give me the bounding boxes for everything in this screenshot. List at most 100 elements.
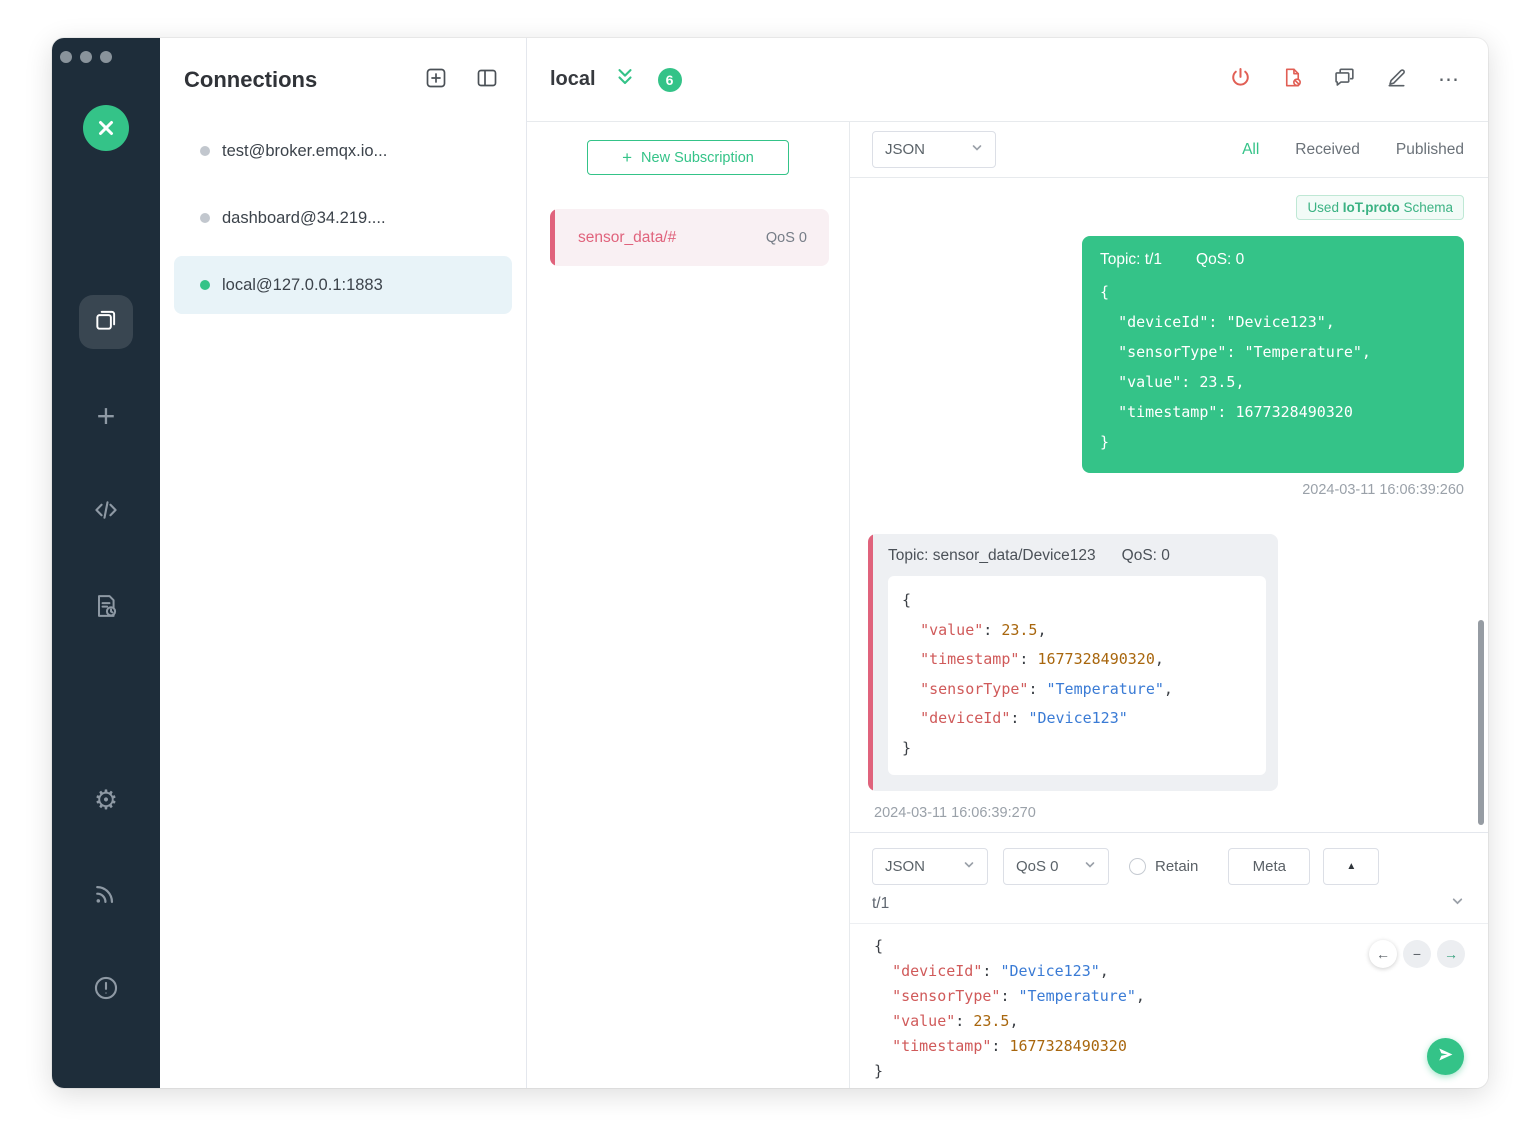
nav-about-button[interactable] [92, 976, 120, 1004]
connections-header: Connections [160, 38, 526, 122]
connection-item[interactable]: dashboard@34.219.... [174, 189, 512, 247]
code-line: { [902, 591, 912, 609]
filter-published[interactable]: Published [1396, 141, 1464, 159]
messages-scrollbar[interactable] [1478, 620, 1484, 825]
connection-label: dashboard@34.219.... [222, 208, 386, 227]
connection-label: local@127.0.0.1:1883 [222, 275, 383, 294]
connection-expand-button[interactable] [614, 66, 636, 93]
messages-toolbar: JSON All Received Published [850, 122, 1488, 178]
code-line: "sensorType": "Temperature", [1118, 343, 1371, 361]
subscription-qos: QoS 0 [765, 229, 807, 246]
publish-topic-input[interactable]: t/1 [850, 895, 1488, 924]
subscription-topic: sensor_data/# [578, 228, 677, 246]
current-connection-name: local [550, 68, 596, 90]
chevron-down-icon [1084, 858, 1096, 875]
retain-label: Retain [1155, 858, 1199, 875]
nav-script-button[interactable] [92, 498, 120, 526]
nav-new-connection-button[interactable]: + [88, 398, 124, 434]
published-payload: { "deviceId": "Device123", "sensorType":… [1100, 277, 1446, 457]
double-chevron-down-icon [614, 66, 636, 93]
code-line: "value": 23.5, [892, 1012, 1019, 1030]
ellipsis-icon: ⋯ [1438, 68, 1459, 91]
connection-list: test@broker.emqx.io... dashboard@34.219..… [160, 122, 526, 323]
connection-status-dot [200, 280, 210, 290]
main-area: local 6 ⋯ + New Subscription sensor_data… [527, 38, 1488, 1088]
nav-connections-button[interactable] [79, 295, 133, 349]
collapse-publish-button[interactable]: ▲ [1323, 848, 1380, 885]
connections-icon [93, 307, 119, 338]
chat-icon [1333, 66, 1356, 94]
connection-status-dot [200, 146, 210, 156]
history-back-button[interactable]: ← [1369, 940, 1397, 968]
connection-status-dot [200, 213, 210, 223]
publish-panel: JSON QoS 0 Retain Meta ▲ t/1 {"deviceId… [850, 832, 1488, 1088]
schema-badge-prefix: Used [1307, 200, 1343, 215]
mqttx-logo [83, 105, 129, 151]
nav-broadcast-button[interactable] [92, 881, 120, 909]
history-forward-button[interactable]: → [1437, 940, 1465, 968]
received-message-bubble: Topic: sensor_data/Device123 QoS: 0 { "v… [868, 534, 1278, 791]
connection-label: test@broker.emqx.io... [222, 141, 388, 160]
code-line: { [1100, 283, 1110, 301]
new-message-pair-button[interactable] [1333, 68, 1356, 91]
window-maximize-button[interactable] [100, 51, 112, 63]
log-icon [92, 592, 120, 625]
schema-badge-suffix: Schema [1399, 200, 1453, 215]
published-topic: Topic: t/1 [1100, 251, 1163, 268]
gear-icon: ⚙ [93, 784, 119, 815]
window-minimize-button[interactable] [80, 51, 92, 63]
code-line: "deviceId": "Device123", [1118, 313, 1335, 331]
received-qos: QoS: 0 [1121, 547, 1170, 564]
panel-layout-icon [475, 66, 499, 95]
message-list: Used IoT.proto Schema Topic: t/1 QoS: 0 … [850, 178, 1488, 832]
code-line: "sensorType": "Temperature", [920, 679, 1173, 698]
window-close-button[interactable] [60, 51, 72, 63]
code-icon [92, 496, 120, 529]
clear-messages-button[interactable] [1281, 68, 1304, 91]
published-message-header: Topic: t/1 QoS: 0 [1100, 251, 1446, 269]
info-icon [92, 974, 120, 1007]
connection-item[interactable]: local@127.0.0.1:1883 [174, 256, 512, 314]
meta-button[interactable]: Meta [1228, 848, 1311, 885]
collapse-panel-button[interactable] [475, 68, 499, 92]
publish-toolbar: JSON QoS 0 Retain Meta ▲ [850, 833, 1488, 885]
code-line: "timestamp": 1677328490320 [892, 1037, 1127, 1055]
filter-received[interactable]: Received [1295, 141, 1360, 159]
message-format-select[interactable]: JSON [872, 131, 996, 168]
schema-badge-name: IoT.proto [1342, 200, 1400, 215]
nav-settings-button[interactable]: ⚙ [90, 784, 122, 816]
send-button[interactable] [1427, 1038, 1464, 1075]
more-options-button[interactable]: ⋯ [1437, 68, 1460, 91]
paper-plane-icon [1437, 1046, 1454, 1068]
clear-file-icon [1281, 66, 1304, 94]
pencil-icon [1385, 66, 1408, 94]
new-subscription-button[interactable]: + New Subscription [587, 140, 789, 175]
subscription-list: sensor_data/# QoS 0 [527, 209, 849, 266]
publish-format-select[interactable]: JSON [872, 848, 988, 885]
code-line: "timestamp": 1677328490320 [1118, 403, 1353, 421]
received-payload: { "value": 23.5, "timestamp": 1677328490… [888, 576, 1266, 775]
edit-connection-button[interactable] [1385, 68, 1408, 91]
code-line: "deviceId": "Device123" [920, 709, 1128, 727]
filter-all[interactable]: All [1242, 141, 1259, 159]
connections-title: Connections [184, 67, 318, 92]
messages-panel: JSON All Received Published Used IoT.proto… [850, 122, 1488, 1088]
retain-toggle[interactable]: Retain [1129, 858, 1198, 875]
publish-qos-value: QoS 0 [1016, 858, 1059, 875]
connection-item[interactable]: test@broker.emqx.io... [174, 122, 512, 180]
code-line: "timestamp": 1677328490320, [920, 650, 1164, 668]
power-icon [1229, 66, 1252, 94]
message-history-nav: ← − → [1369, 940, 1465, 968]
publish-format-value: JSON [885, 858, 926, 875]
history-remove-button[interactable]: − [1403, 940, 1431, 968]
chevron-down-icon [971, 141, 983, 158]
disconnect-button[interactable] [1229, 66, 1252, 94]
subscriptions-panel: + New Subscription sensor_data/# QoS 0 [527, 122, 850, 1088]
publish-topic-value: t/1 [872, 895, 890, 912]
publish-qos-select[interactable]: QoS 0 [1003, 848, 1109, 885]
subscription-item[interactable]: sensor_data/# QoS 0 [550, 209, 829, 266]
add-connection-button[interactable] [424, 68, 448, 92]
triangle-up-icon: ▲ [1346, 861, 1357, 872]
nav-log-button[interactable] [92, 594, 120, 622]
received-message-header: Topic: sensor_data/Device123 QoS: 0 [888, 547, 1266, 565]
